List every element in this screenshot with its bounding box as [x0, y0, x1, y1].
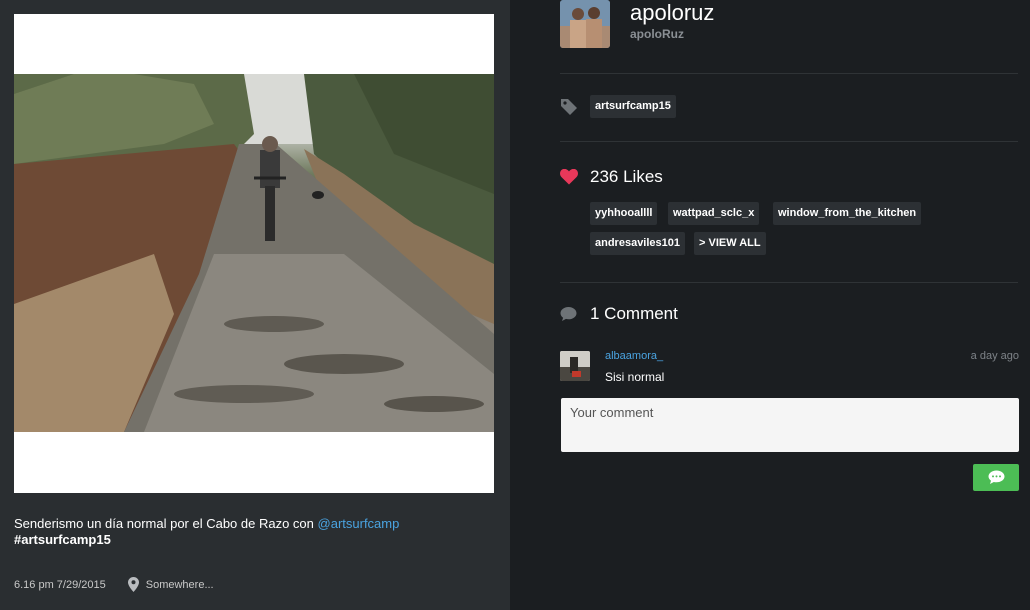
post-photo[interactable] [14, 74, 494, 432]
author-handle[interactable]: apoloRuz [630, 27, 684, 41]
liker-chip[interactable]: wattpad_sclc_x [668, 202, 760, 225]
send-comment-icon [988, 470, 1004, 484]
caption-hashtag-link[interactable]: #artsurfcamp15 [14, 532, 111, 547]
caption-text: Senderismo un día normal por el Cabo de … [14, 516, 318, 531]
tag-icon [561, 99, 577, 115]
post-caption: Senderismo un día normal por el Cabo de … [14, 516, 494, 548]
liker-chip[interactable]: window_from_the_kitchen [773, 202, 922, 225]
location-label: Somewhere... [145, 578, 214, 591]
tag-chip-artsurfcamp15[interactable]: artsurfcamp15 [590, 95, 676, 118]
liker-chip[interactable]: yyhhooallll [590, 202, 658, 225]
view-all-likes-button[interactable]: > VIEW ALL [694, 232, 766, 255]
post-photo-frame [14, 14, 494, 493]
commenter-avatar[interactable] [560, 351, 590, 381]
post-details-panel: apoloruz apoloRuz artsurfcamp15 236 Like… [510, 0, 1030, 610]
post-meta: 6.16 pm 7/29/2015 Somewhere... [14, 577, 214, 592]
location-pin-icon [127, 577, 139, 592]
author-avatar-image [560, 0, 610, 48]
author-avatar[interactable] [560, 0, 610, 48]
liker-chip[interactable]: andresaviles101 [590, 232, 686, 255]
comments-count: 1 Comment [590, 304, 678, 323]
likes-count: 236 Likes [590, 167, 663, 186]
comment-input[interactable] [561, 398, 1019, 452]
comments-header: 1 Comment [560, 304, 678, 324]
commenter-avatar-image [560, 351, 590, 381]
caption-mention-link[interactable]: @artsurfcamp [318, 516, 400, 531]
author-display-name[interactable]: apoloruz [630, 0, 714, 26]
comment-bubble-icon [560, 307, 577, 321]
post-media-panel: Senderismo un día normal por el Cabo de … [0, 0, 510, 610]
divider [560, 282, 1018, 283]
comment-text: Sisi normal [605, 370, 665, 384]
heart-icon[interactable] [560, 169, 578, 185]
divider [560, 141, 1018, 142]
post-location[interactable]: Somewhere... [127, 577, 214, 592]
comment-author-link[interactable]: albaamora_ [605, 350, 663, 362]
send-comment-button[interactable] [973, 464, 1019, 491]
divider [560, 73, 1018, 74]
post-timestamp: 6.16 pm 7/29/2015 [14, 578, 106, 591]
comment-timestamp: a day ago [970, 350, 1019, 362]
photo-illustration [14, 74, 494, 432]
likes-header: 236 Likes [560, 167, 663, 187]
